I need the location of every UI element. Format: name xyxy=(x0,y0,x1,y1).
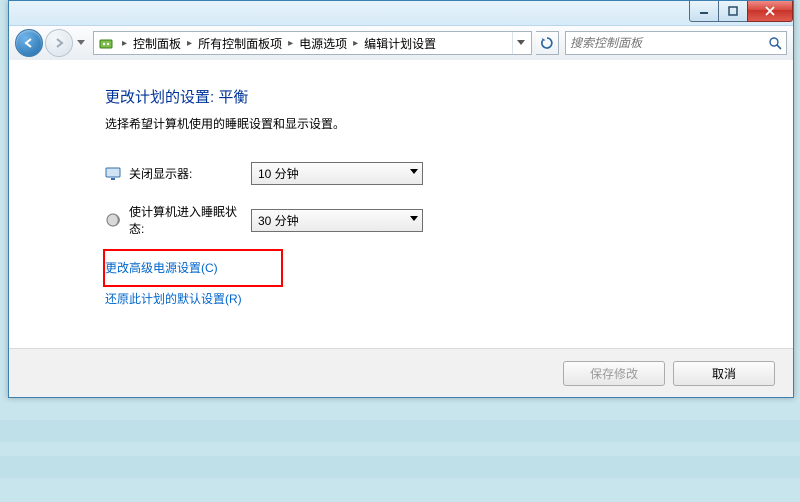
background-decor xyxy=(0,420,800,442)
page-title: 更改计划的设置: 平衡 xyxy=(105,86,773,107)
breadcrumb-separator: ▸ xyxy=(118,38,131,49)
breadcrumb-separator: ▸ xyxy=(349,38,362,49)
maximize-icon xyxy=(728,6,738,16)
background-decor xyxy=(0,456,800,478)
arrow-right-icon xyxy=(53,37,65,49)
chevron-down-icon xyxy=(410,216,418,222)
control-panel-icon xyxy=(98,35,114,51)
monitor-icon xyxy=(105,166,121,182)
restore-defaults-link[interactable]: 还原此计划的默认设置(R) xyxy=(105,290,773,307)
chevron-down-icon xyxy=(517,40,525,46)
page-subtitle: 选择希望计算机使用的睡眠设置和显示设置。 xyxy=(105,115,773,132)
breadcrumb-separator: ▸ xyxy=(183,38,196,49)
maximize-button[interactable] xyxy=(718,1,748,22)
moon-icon xyxy=(105,212,121,228)
back-button[interactable] xyxy=(15,29,43,57)
breadcrumb-item[interactable]: 编辑计划设置 xyxy=(362,35,438,52)
explorer-window: ▸ 控制面板 ▸ 所有控制面板项 ▸ 电源选项 ▸ 编辑计划设置 更改计划的设置… xyxy=(8,0,794,398)
footer-bar: 保存修改 取消 xyxy=(9,348,793,397)
search-box[interactable] xyxy=(565,31,787,55)
save-button[interactable]: 保存修改 xyxy=(563,361,665,386)
refresh-button[interactable] xyxy=(536,31,559,55)
minimize-icon xyxy=(699,6,709,16)
advanced-power-link[interactable]: 更改高级电源设置(C) xyxy=(105,259,773,276)
dropdown-value: 10 分钟 xyxy=(258,165,299,182)
title-bar xyxy=(9,1,793,26)
minimize-button[interactable] xyxy=(689,1,719,22)
breadcrumb-item[interactable]: 控制面板 xyxy=(131,35,183,52)
breadcrumb-separator: ▸ xyxy=(284,38,297,49)
nav-bar: ▸ 控制面板 ▸ 所有控制面板项 ▸ 电源选项 ▸ 编辑计划设置 xyxy=(9,26,793,61)
setting-label: 关闭显示器: xyxy=(129,165,251,182)
setting-row-sleep: 使计算机进入睡眠状态: 30 分钟 xyxy=(105,203,773,237)
nav-history-dropdown[interactable] xyxy=(75,40,87,46)
chevron-down-icon xyxy=(77,40,85,46)
dropdown-value: 30 分钟 xyxy=(258,212,299,229)
breadcrumb-dropdown[interactable] xyxy=(512,32,529,54)
breadcrumb[interactable]: ▸ 控制面板 ▸ 所有控制面板项 ▸ 电源选项 ▸ 编辑计划设置 xyxy=(93,31,532,55)
breadcrumb-item[interactable]: 所有控制面板项 xyxy=(196,35,284,52)
cancel-button[interactable]: 取消 xyxy=(673,361,775,386)
display-off-dropdown[interactable]: 10 分钟 xyxy=(251,162,423,185)
search-input[interactable] xyxy=(566,36,764,50)
window-controls xyxy=(690,1,793,21)
forward-button[interactable] xyxy=(45,29,73,57)
setting-label: 使计算机进入睡眠状态: xyxy=(129,203,251,237)
close-button[interactable] xyxy=(747,1,793,22)
close-icon xyxy=(764,6,776,16)
breadcrumb-item[interactable]: 电源选项 xyxy=(297,35,349,52)
sleep-dropdown[interactable]: 30 分钟 xyxy=(251,209,423,232)
chevron-down-icon xyxy=(410,169,418,175)
setting-row-display-off: 关闭显示器: 10 分钟 xyxy=(105,162,773,185)
refresh-icon xyxy=(540,36,554,50)
search-icon[interactable] xyxy=(764,36,786,50)
content-area: 更改计划的设置: 平衡 选择希望计算机使用的睡眠设置和显示设置。 关闭显示器: … xyxy=(9,60,793,397)
links-block: 更改高级电源设置(C) 还原此计划的默认设置(R) xyxy=(105,259,773,307)
arrow-left-icon xyxy=(23,37,35,49)
